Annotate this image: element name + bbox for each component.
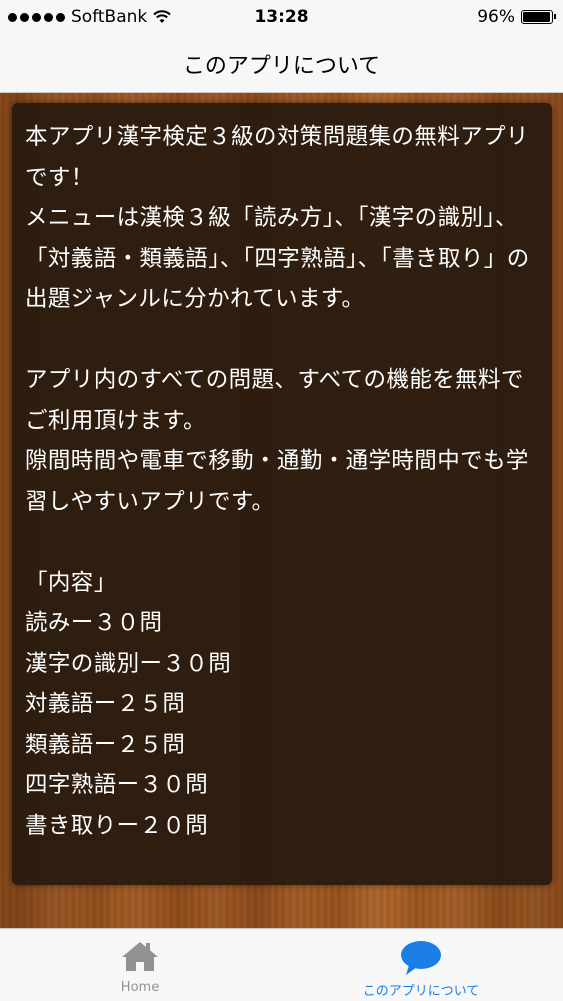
tab-bar: Home このアプリについて (0, 928, 563, 1001)
tab-about-app[interactable]: このアプリについて (351, 929, 491, 1001)
battery-indicator: 96% (477, 7, 556, 27)
navigation-bar: このアプリについて (0, 36, 563, 93)
about-text: 本アプリ漢字検定３級の対策問題集の無料アプリです！ メニューは漢検３級「読み方」… (25, 124, 530, 839)
home-icon (122, 942, 158, 971)
page-title: このアプリについて (182, 54, 381, 79)
tab-about-app-label: このアプリについて (362, 984, 480, 999)
tab-home[interactable]: Home (70, 929, 210, 1001)
tab-home-label: Home (120, 980, 160, 995)
battery-percent: 96% (477, 7, 515, 27)
status-bar: SoftBank 13:28 96% (0, 0, 563, 36)
speech-bubble-icon (401, 941, 441, 975)
battery-icon (521, 10, 556, 24)
